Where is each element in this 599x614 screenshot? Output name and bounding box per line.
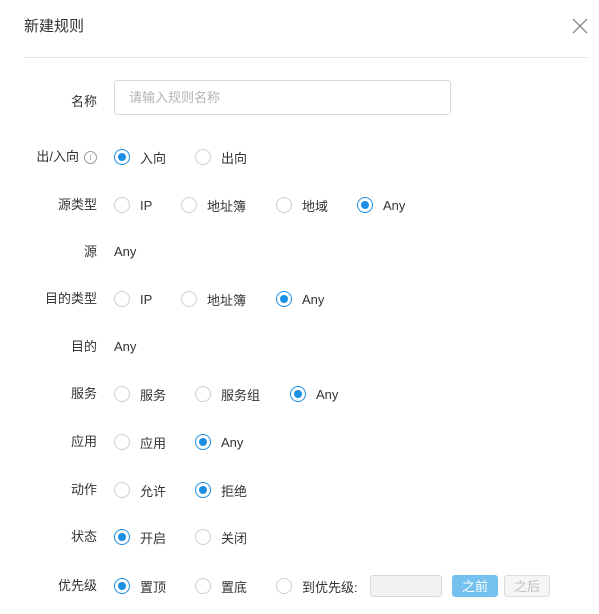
row-service: 服务 服务 服务组 Any <box>0 381 599 407</box>
radio-priority-top[interactable]: 置顶 <box>114 573 166 599</box>
row-direction: 出/入向 i 入向 出向 <box>0 144 599 170</box>
priority-label: 优先级 <box>57 578 97 593</box>
radio-action-allow[interactable]: 允许 <box>114 477 166 503</box>
radio-circle <box>114 197 130 213</box>
radio-circle <box>276 197 292 213</box>
radio-service-any[interactable]: Any <box>290 381 338 407</box>
action-label: 动作 <box>70 482 97 497</box>
dialog-header: 新建规则 <box>24 0 589 58</box>
radio-dest-addressbook[interactable]: 地址簿 <box>181 286 246 312</box>
source-label: 源 <box>83 244 97 259</box>
radio-circle <box>114 578 130 594</box>
radio-circle <box>114 149 130 165</box>
after-button[interactable]: 之后 <box>504 575 550 597</box>
radio-service-group[interactable]: 服务组 <box>195 381 260 407</box>
radio-source-any[interactable]: Any <box>357 192 405 218</box>
radio-circle <box>195 149 211 165</box>
radio-circle <box>195 482 211 498</box>
radio-priority-custom[interactable]: 到优先级: <box>276 573 358 599</box>
radio-circle <box>357 197 373 213</box>
source-type-label: 源类型 <box>57 197 97 212</box>
row-dest: 目的 Any <box>0 334 599 360</box>
radio-circle <box>290 386 306 402</box>
radio-dest-ip[interactable]: IP <box>114 286 152 312</box>
radio-circle <box>114 386 130 402</box>
radio-circle <box>195 434 211 450</box>
radio-circle <box>114 291 130 307</box>
radio-application-any[interactable]: Any <box>195 429 243 455</box>
dest-value: Any <box>114 339 137 354</box>
status-label: 状态 <box>70 529 97 544</box>
priority-number-input[interactable] <box>370 575 442 597</box>
radio-circle <box>181 291 197 307</box>
before-button[interactable]: 之前 <box>452 575 498 597</box>
radio-circle <box>276 291 292 307</box>
info-icon[interactable]: i <box>84 150 97 164</box>
row-priority: 优先级 置顶 置底 到优先级: 之前 之后 <box>0 573 599 599</box>
radio-source-region[interactable]: 地域 <box>276 192 328 218</box>
direction-label: 出/入向 i <box>36 144 97 170</box>
row-source: 源 Any <box>0 239 599 265</box>
dialog-title: 新建规则 <box>24 18 85 35</box>
row-status: 状态 开启 关闭 <box>0 524 599 550</box>
service-label: 服务 <box>70 386 97 401</box>
radio-source-addressbook[interactable]: 地址簿 <box>181 192 246 218</box>
radio-circle <box>195 386 211 402</box>
radio-circle <box>114 434 130 450</box>
name-label: 名称 <box>70 94 97 109</box>
row-application: 应用 应用 Any <box>0 429 599 455</box>
radio-circle <box>181 197 197 213</box>
radio-direction-out[interactable]: 出向 <box>195 144 247 170</box>
new-rule-dialog: 新建规则 名称 出/入向 i 入向 出向 源类型 IP 地址簿 地域 <box>0 0 599 614</box>
radio-circle <box>114 482 130 498</box>
radio-circle <box>114 529 130 545</box>
source-value: Any <box>114 244 137 259</box>
radio-action-deny[interactable]: 拒绝 <box>195 477 247 503</box>
dest-label: 目的 <box>70 339 97 354</box>
radio-source-ip[interactable]: IP <box>114 192 152 218</box>
application-label: 应用 <box>70 434 97 449</box>
dest-type-label: 目的类型 <box>44 291 97 306</box>
row-dest-type: 目的类型 IP 地址簿 Any <box>0 286 599 312</box>
radio-dest-any[interactable]: Any <box>276 286 324 312</box>
radio-circle <box>195 529 211 545</box>
radio-application[interactable]: 应用 <box>114 429 166 455</box>
row-source-type: 源类型 IP 地址簿 地域 Any <box>0 192 599 218</box>
radio-circle <box>195 578 211 594</box>
close-icon[interactable] <box>571 17 589 35</box>
radio-status-off[interactable]: 关闭 <box>195 524 247 550</box>
radio-status-on[interactable]: 开启 <box>114 524 166 550</box>
radio-circle <box>276 578 292 594</box>
radio-priority-bottom[interactable]: 置底 <box>195 573 247 599</box>
row-name: 名称 <box>0 80 599 115</box>
rule-name-input[interactable] <box>114 80 451 115</box>
row-action: 动作 允许 拒绝 <box>0 477 599 503</box>
radio-direction-in[interactable]: 入向 <box>114 144 166 170</box>
radio-service[interactable]: 服务 <box>114 381 166 407</box>
